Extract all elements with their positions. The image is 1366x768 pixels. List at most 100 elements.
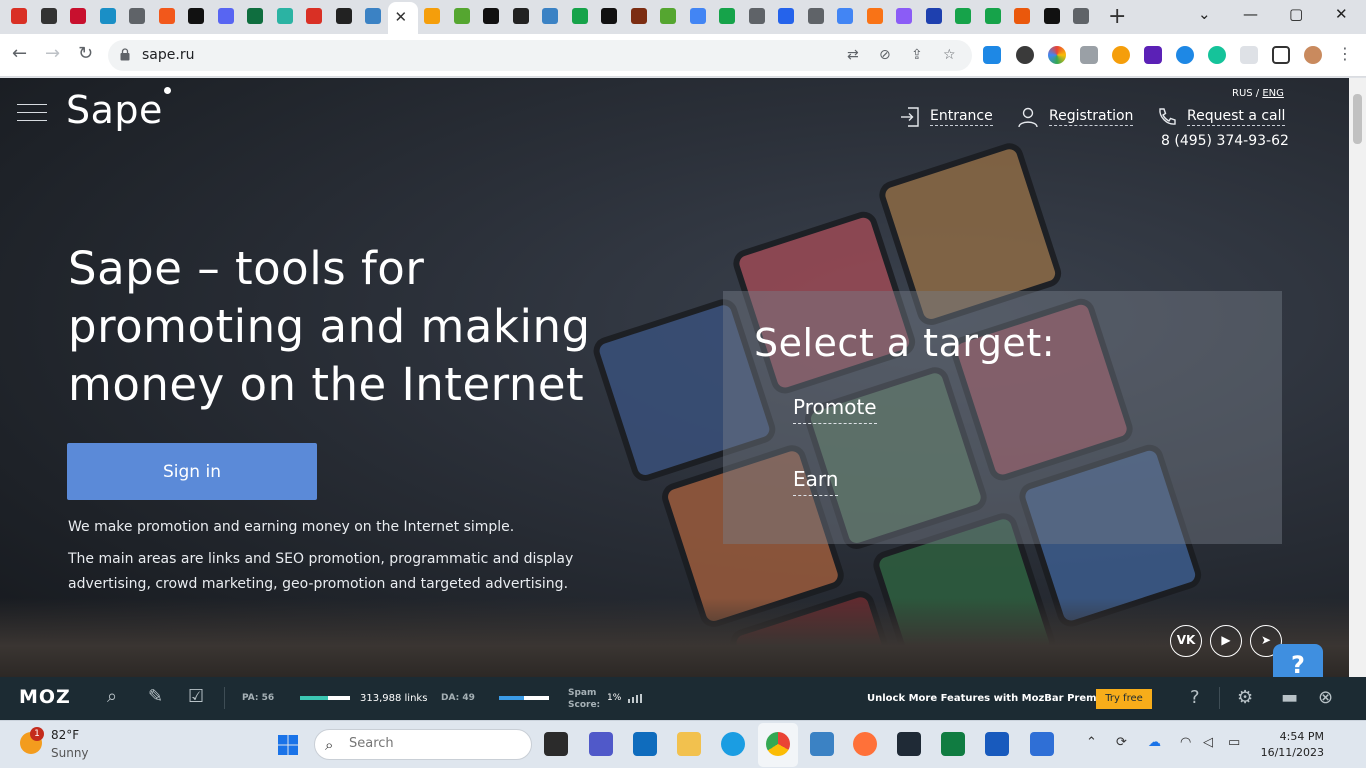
browser-tab[interactable] bbox=[38, 5, 60, 27]
browser-tab[interactable] bbox=[834, 5, 856, 27]
lang-rus[interactable]: RUS bbox=[1232, 88, 1253, 99]
orange-extension-icon[interactable] bbox=[1112, 46, 1130, 64]
system-clock[interactable]: 4:54 PM 16/11/2023 bbox=[1258, 729, 1324, 761]
photos-icon[interactable] bbox=[1030, 732, 1054, 756]
browser-tab[interactable] bbox=[303, 5, 325, 27]
grammarly-icon[interactable] bbox=[1208, 46, 1226, 64]
forward-icon[interactable]: → bbox=[45, 43, 60, 64]
browser-tab[interactable] bbox=[598, 5, 620, 27]
browser-tab[interactable] bbox=[628, 5, 650, 27]
tab-close-icon[interactable]: ✕ bbox=[395, 8, 408, 26]
teams-icon[interactable] bbox=[589, 732, 613, 756]
moz-logo[interactable]: MOZ bbox=[19, 686, 71, 708]
minimize-button[interactable]: — bbox=[1243, 5, 1258, 23]
browser-tab[interactable] bbox=[480, 5, 502, 27]
try-free-button[interactable]: Try free bbox=[1096, 689, 1152, 709]
browser-tab[interactable] bbox=[451, 5, 473, 27]
taskbar-search-input[interactable] bbox=[349, 736, 519, 751]
ticket-app-icon[interactable] bbox=[810, 732, 834, 756]
browser-tab[interactable] bbox=[1011, 5, 1033, 27]
new-tab-button[interactable]: + bbox=[1108, 4, 1126, 29]
browser-tab[interactable] bbox=[185, 5, 207, 27]
wifi-icon[interactable]: ◠ bbox=[1180, 735, 1191, 750]
bookmark-star-icon[interactable]: ☆ bbox=[943, 47, 960, 64]
active-tab[interactable]: ✕ bbox=[387, 2, 418, 34]
vpn-shield-icon[interactable] bbox=[897, 732, 921, 756]
color-extension-icon[interactable] bbox=[1048, 46, 1066, 64]
shield-extension-icon[interactable] bbox=[1080, 46, 1098, 64]
browser-tab[interactable] bbox=[8, 5, 30, 27]
close-window-button[interactable]: ✕ bbox=[1335, 5, 1348, 23]
page-scrollbar[interactable] bbox=[1349, 78, 1366, 678]
site-logo[interactable]: Sape bbox=[66, 88, 163, 132]
vk-icon[interactable]: VK bbox=[1170, 625, 1202, 657]
browser-tab[interactable] bbox=[1070, 5, 1092, 27]
chrome-menu-icon[interactable]: ⋮ bbox=[1336, 46, 1354, 64]
k-extension-icon[interactable] bbox=[1016, 46, 1034, 64]
close-mozbar-icon[interactable]: ⊗ bbox=[1318, 687, 1333, 708]
battery-icon[interactable]: ▭ bbox=[1228, 735, 1240, 750]
browser-tab[interactable] bbox=[274, 5, 296, 27]
browser-tab[interactable] bbox=[126, 5, 148, 27]
browser-tab[interactable] bbox=[805, 5, 827, 27]
browser-tab[interactable] bbox=[982, 5, 1004, 27]
browser-tab[interactable] bbox=[97, 5, 119, 27]
weather-temperature[interactable]: 82°F bbox=[51, 728, 79, 742]
browser-tab[interactable] bbox=[923, 5, 945, 27]
onedrive-icon[interactable]: ☁ bbox=[1148, 735, 1161, 750]
keyword-checklist-icon[interactable]: ☑ bbox=[188, 686, 212, 710]
youtube-icon[interactable]: ▶ bbox=[1210, 625, 1242, 657]
browser-tab[interactable] bbox=[716, 5, 738, 27]
browser-tab[interactable] bbox=[67, 5, 89, 27]
browser-tab[interactable] bbox=[244, 5, 266, 27]
edge-icon[interactable] bbox=[721, 732, 745, 756]
browser-tab[interactable] bbox=[952, 5, 974, 27]
menu-hamburger-icon[interactable] bbox=[17, 104, 47, 122]
browser-tab[interactable] bbox=[215, 5, 237, 27]
phone-number[interactable]: 8 (495) 374-93-62 bbox=[1161, 133, 1289, 149]
browser-tab[interactable] bbox=[510, 5, 532, 27]
chrome-icon[interactable] bbox=[766, 732, 790, 756]
browser-tab[interactable] bbox=[156, 5, 178, 27]
reload-icon[interactable]: ↻ bbox=[78, 43, 93, 64]
outlook-icon[interactable] bbox=[633, 732, 657, 756]
purple-extension-icon[interactable] bbox=[1144, 46, 1162, 64]
lang-eng[interactable]: ENG bbox=[1262, 88, 1284, 99]
collapse-bar-icon[interactable]: ▬ bbox=[1281, 687, 1298, 708]
browser-tab[interactable] bbox=[569, 5, 591, 27]
maximize-button[interactable]: ▢ bbox=[1289, 5, 1303, 23]
share-icon[interactable]: ⇪ bbox=[911, 47, 928, 64]
lock-icon[interactable] bbox=[120, 48, 130, 61]
browser-tab[interactable] bbox=[775, 5, 797, 27]
phone-icon[interactable] bbox=[1156, 106, 1178, 128]
side-panel-icon[interactable] bbox=[1272, 46, 1290, 64]
translate-icon[interactable]: ⇄ bbox=[847, 47, 864, 64]
page-analysis-icon[interactable]: ⌕ bbox=[107, 686, 131, 710]
firefox-icon[interactable] bbox=[853, 732, 877, 756]
entrance-icon[interactable] bbox=[899, 106, 921, 128]
highlight-pencil-icon[interactable]: ✎ bbox=[148, 686, 172, 710]
browser-tab[interactable] bbox=[687, 5, 709, 27]
tracking-eye-icon[interactable]: ⊘ bbox=[879, 47, 896, 64]
play-extension-icon[interactable] bbox=[1176, 46, 1194, 64]
excel-icon[interactable] bbox=[941, 732, 965, 756]
browser-tab[interactable] bbox=[539, 5, 561, 27]
scrollbar-thumb[interactable] bbox=[1353, 94, 1362, 144]
task-view-icon[interactable] bbox=[544, 732, 568, 756]
user-icon[interactable] bbox=[1017, 106, 1039, 128]
taskbar-search[interactable]: ⌕ bbox=[314, 729, 532, 760]
moz-extension-icon[interactable] bbox=[983, 46, 1001, 64]
browser-tab[interactable] bbox=[657, 5, 679, 27]
volume-muted-icon[interactable]: ◁ bbox=[1203, 735, 1213, 750]
browser-tab[interactable] bbox=[746, 5, 768, 27]
windows-start-icon[interactable] bbox=[277, 734, 299, 756]
registration-link[interactable]: Registration bbox=[1049, 108, 1134, 126]
mozbar-help[interactable]: ? bbox=[1190, 687, 1200, 708]
extensions-puzzle-icon[interactable] bbox=[1240, 46, 1258, 64]
address-bar[interactable]: sape.ru ⇄ ⊘ ⇪ ☆ bbox=[108, 40, 972, 71]
weather-condition[interactable]: Sunny bbox=[51, 746, 89, 760]
help-chat-button[interactable]: ? bbox=[1273, 644, 1323, 678]
file-explorer-icon[interactable] bbox=[677, 732, 701, 756]
browser-tab[interactable] bbox=[1041, 5, 1063, 27]
browser-tab[interactable] bbox=[362, 5, 384, 27]
